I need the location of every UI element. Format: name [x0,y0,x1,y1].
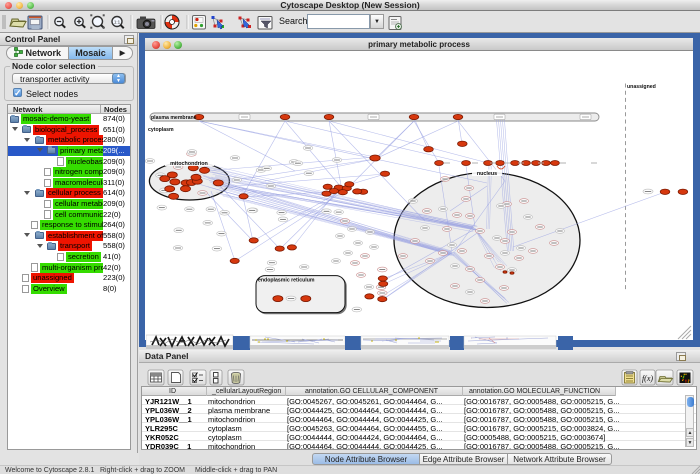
svg-text:endoplasmic reticulum: endoplasmic reticulum [258,278,315,284]
svg-text:f(x): f(x) [642,374,653,383]
svg-text:mitochondrion: mitochondrion [170,161,208,167]
svg-text:unassigned: unassigned [627,84,656,90]
svg-text:plasma membrane: plasma membrane [151,115,197,121]
svg-text:nucleus: nucleus [477,171,497,177]
svg-text:cytoplasm: cytoplasm [148,127,174,133]
